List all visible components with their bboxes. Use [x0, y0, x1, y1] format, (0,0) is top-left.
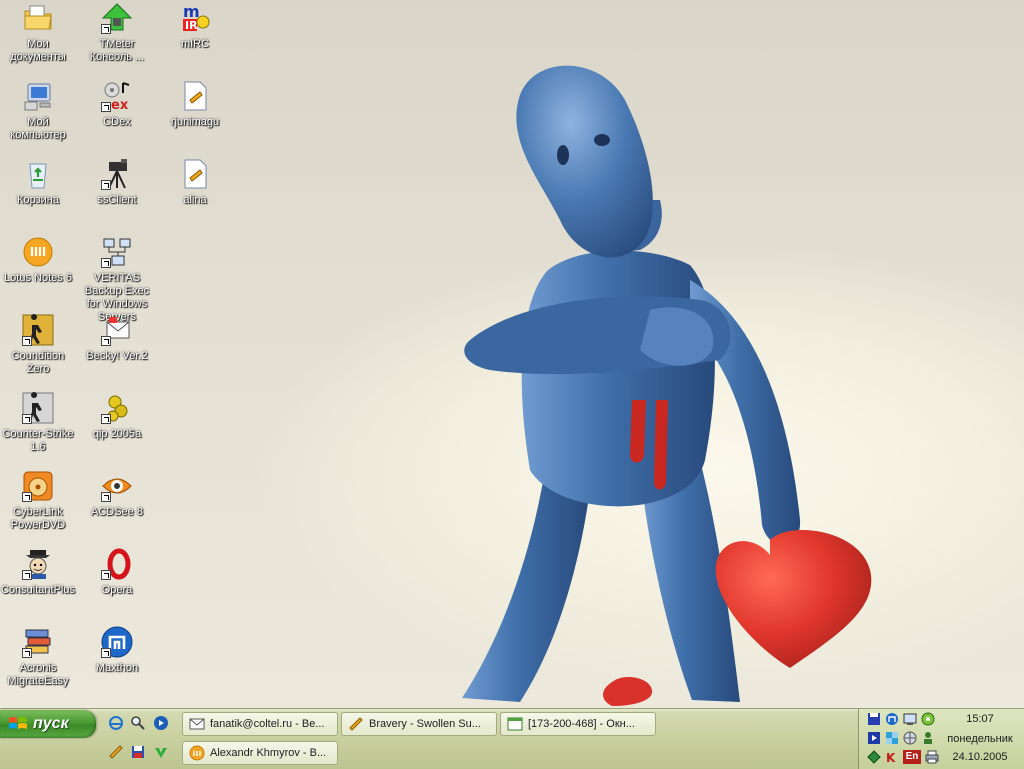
tray-kaspersky-icon[interactable]: K	[885, 750, 899, 764]
desktop[interactable]: Мои документы Мой компьютер Корзина Lotu…	[0, 0, 1024, 708]
desktop-icon-cdex[interactable]: ex CDex	[79, 78, 155, 150]
desktop-icon-powerdvd[interactable]: CyberLink PowerDVD	[0, 468, 76, 540]
task-button-qip[interactable]: [173-200-468] - Окн...	[500, 712, 656, 736]
svg-text:IR: IR	[185, 19, 198, 32]
my-documents-folder-icon	[22, 2, 54, 34]
tray-diamond-icon[interactable]	[867, 750, 881, 764]
lotus-notes-icon	[22, 236, 54, 268]
desktop-icon-alina[interactable]: alina	[157, 156, 233, 228]
desktop-icon-opera[interactable]: Opera	[79, 546, 155, 618]
counter-strike-icon	[22, 392, 54, 424]
desktop-icon-condition-zero[interactable]: Coundition Zero	[0, 312, 76, 384]
desktop-icon-veritas[interactable]: VERITAS Backup Exec for Windows Servers	[79, 234, 155, 323]
desktop-icon-acdsee[interactable]: ACDSee 8	[79, 468, 155, 540]
save-disk-icon	[132, 746, 144, 758]
winamp-file-icon	[179, 80, 211, 112]
checkmark-icon	[155, 748, 167, 758]
opera-icon	[101, 548, 133, 580]
acronis-icon	[22, 626, 54, 658]
veritas-backup-icon	[101, 236, 133, 268]
tmeter-icon	[101, 2, 133, 34]
counter-strike-cz-icon	[22, 314, 54, 346]
desktop-icon-consultantplus[interactable]: ConsultantPlus	[0, 546, 76, 618]
desktop-icon-ssclient[interactable]: ssClient	[79, 156, 155, 228]
tray-save-icon[interactable]	[867, 712, 881, 726]
quicklaunch-search[interactable]	[128, 713, 148, 733]
cdex-icon: ex	[101, 80, 133, 112]
quicklaunch-save[interactable]	[128, 742, 148, 762]
mail-icon	[189, 718, 205, 730]
my-computer-icon	[22, 80, 54, 112]
qip-window-icon	[507, 717, 523, 731]
tray-puzzle-icon[interactable]	[885, 731, 899, 745]
desktop-icon-lotus-notes[interactable]: Lotus Notes 6	[0, 234, 76, 306]
tray-globe-icon[interactable]	[903, 731, 917, 745]
search-icon	[131, 716, 145, 730]
internet-explorer-icon	[109, 716, 123, 730]
desktop-icon-my-documents[interactable]: Мои документы	[0, 0, 76, 72]
clock-date: 24.10.2005	[952, 751, 1008, 763]
task-button-lotus[interactable]: Alexandr Khmyrov - B...	[182, 741, 338, 765]
becky-mail-icon	[101, 314, 133, 346]
quicklaunch-internet-explorer[interactable]	[106, 713, 126, 733]
winamp-icon	[109, 745, 123, 759]
quicklaunch-winamp[interactable]	[106, 742, 126, 762]
clock-time[interactable]: 15:07	[937, 713, 1023, 725]
quicklaunch-media-player[interactable]	[151, 713, 171, 733]
desktop-icon-acronis[interactable]: Acronis MigrateEasy	[0, 624, 76, 696]
task-button-winamp[interactable]: Bravery - Swollen Su...	[341, 712, 497, 736]
winamp-icon	[349, 717, 363, 731]
start-button[interactable]: пуск	[0, 710, 96, 738]
desktop-icon-mirc[interactable]: m IR mIRC	[157, 0, 233, 72]
desktop-icon-maxthon[interactable]: Maxthon	[79, 624, 155, 696]
winamp-file-icon	[179, 158, 211, 190]
desktop-icon-becky[interactable]: Becky! Ver.2	[79, 312, 155, 384]
desktop-icon-rjunimagu[interactable]: rjunimagu	[157, 78, 233, 150]
svg-text:K: K	[886, 751, 896, 764]
qip-icon	[101, 392, 133, 424]
task-button-mail[interactable]: fanatik@coltel.ru - Be...	[182, 712, 338, 736]
desktop-icon-recycle-bin[interactable]: Корзина	[0, 156, 76, 228]
tray-user-icon[interactable]	[921, 731, 935, 745]
quicklaunch-check[interactable]	[151, 742, 171, 762]
mirc-icon: m IR	[179, 2, 211, 34]
desktop-icon-qip[interactable]: qip 2005a	[79, 390, 155, 462]
ssclient-camera-icon	[101, 158, 133, 190]
powerdvd-icon	[22, 470, 54, 502]
tray-maxthon-icon[interactable]	[885, 712, 899, 726]
clock-day: понедельник	[947, 733, 1013, 745]
media-player-icon	[154, 716, 168, 730]
tray-language-indicator[interactable]: En	[903, 750, 921, 764]
acdsee-icon	[101, 470, 133, 502]
taskbar: пуск fanatik@coltel.ru - Be... Bravery -…	[0, 708, 1024, 769]
lotus-notes-icon	[189, 745, 205, 761]
desktop-icon-my-computer[interactable]: Мой компьютер	[0, 78, 76, 150]
consultantplus-icon	[22, 548, 54, 580]
tray-network-icon[interactable]	[903, 712, 917, 726]
tray-media-icon[interactable]	[867, 731, 881, 745]
desktop-icon-tmeter[interactable]: TMeter Консоль ...	[79, 0, 155, 72]
maxthon-icon	[101, 626, 133, 658]
system-tray: K En 15:07 понедельник 24.10.2005	[858, 709, 1024, 769]
tray-qip-icon[interactable]	[921, 712, 935, 726]
recycle-bin-icon	[22, 158, 54, 190]
svg-text:ex: ex	[111, 98, 129, 112]
desktop-icon-counter-strike[interactable]: Counter-Strike 1.6	[0, 390, 76, 462]
windows-logo-icon	[9, 717, 27, 729]
